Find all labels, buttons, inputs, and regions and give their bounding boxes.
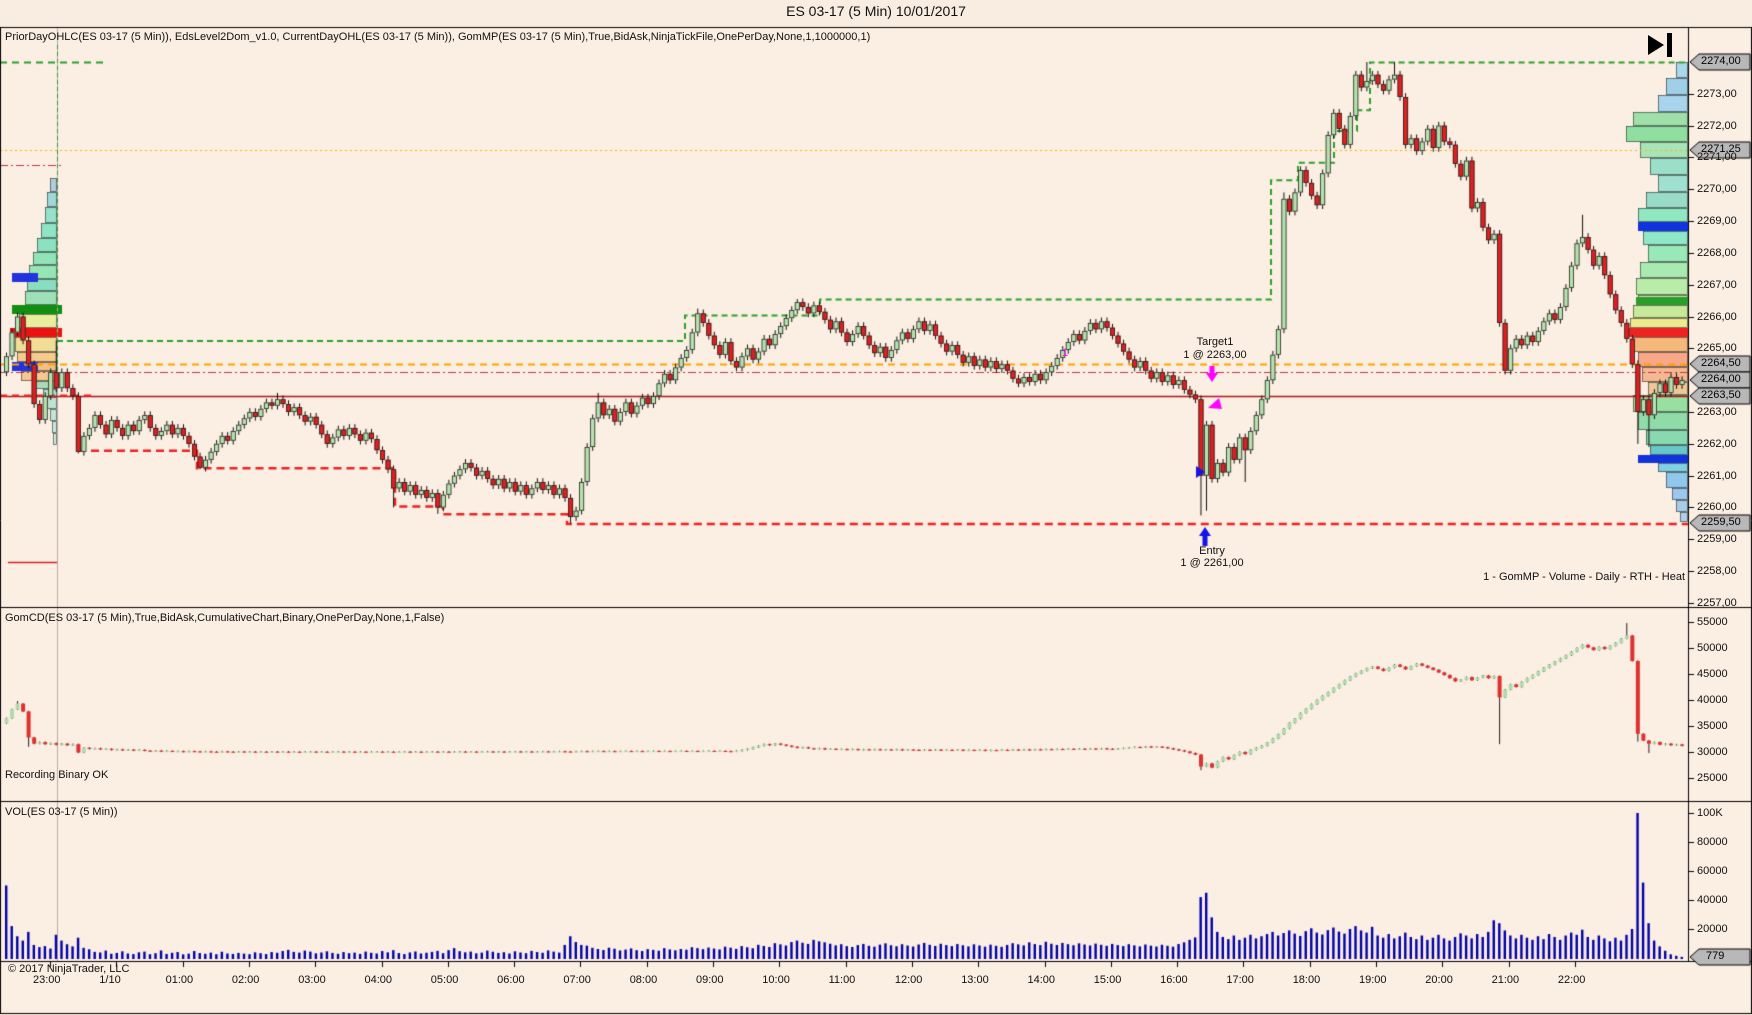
price-axis-label: 2261,00 — [1697, 469, 1737, 482]
time-axis-label: 09:00 — [696, 974, 724, 986]
price-axis-label: 2270,00 — [1697, 183, 1737, 196]
time-axis-label: 08:00 — [629, 974, 658, 986]
main-indicator-label: PriorDayOHLC(ES 03-17 (5 Min)), EdsLevel… — [5, 31, 871, 43]
chart-canvas[interactable] — [0, 0, 1752, 1015]
price-axis-label: 2259,00 — [1697, 533, 1737, 546]
time-axis-label: 12:00 — [894, 974, 923, 986]
entry-qty-label: 1 @ 2261,00 — [1180, 557, 1244, 569]
price-axis-label: 2263,00 — [1697, 406, 1737, 419]
time-axis-label: 18:00 — [1292, 974, 1321, 986]
cd-axis-label: 40000 — [1697, 694, 1728, 706]
price-axis-label: 2272,00 — [1697, 119, 1737, 132]
vol-axis-label: 40000 — [1697, 894, 1728, 906]
price-axis-label: 2269,00 — [1697, 215, 1737, 228]
time-axis-label: 19:00 — [1359, 974, 1387, 986]
time-axis-label: 11:00 — [828, 974, 856, 986]
vol-axis-label: 100K — [1697, 807, 1723, 819]
time-axis-label: 01:00 — [165, 974, 194, 986]
vol-indicator-label: VOL(ES 03-17 (5 Min)) — [5, 806, 118, 818]
price-axis-label: 2258,00 — [1697, 565, 1737, 578]
time-axis-label: 20:00 — [1425, 974, 1453, 986]
time-axis-label: 03:00 — [298, 974, 326, 986]
time-axis-label: 13:00 — [961, 974, 989, 986]
cd-axis-label: 55000 — [1697, 616, 1728, 628]
volume-badge: 779 — [1706, 949, 1725, 962]
price-badge: 2264,50 — [1701, 357, 1741, 370]
price-badge: 2263,50 — [1701, 389, 1741, 402]
time-axis-label: 16:00 — [1160, 974, 1188, 986]
ninjatrader-chart-window: ES 03-17 (5 Min) 10/01/2017 PriorDayOHLC… — [0, 0, 1752, 1015]
cd-axis-label: 45000 — [1697, 668, 1728, 680]
go-to-end-icon[interactable] — [1648, 33, 1682, 57]
price-axis-label: 2260,00 — [1697, 501, 1737, 514]
cd-indicator-label: GomCD(ES 03-17 (5 Min),True,BidAsk,Cumul… — [5, 612, 445, 624]
order-qty-marker: 1 — [1061, 347, 1069, 359]
price-axis-label: 2265,00 — [1697, 342, 1737, 355]
price-axis-label: 2262,00 — [1697, 437, 1737, 450]
price-axis-label: 2257,00 — [1697, 596, 1737, 609]
time-axis-label: 21:00 — [1491, 974, 1520, 986]
play-bar-icon — [1667, 33, 1672, 57]
price-axis-label: 2267,00 — [1697, 278, 1737, 291]
time-axis-label: 07:00 — [563, 974, 591, 986]
time-axis-label: 04:00 — [364, 974, 393, 986]
window-title: ES 03-17 (5 Min) 10/01/2017 — [786, 3, 966, 19]
target1-qty-label: 1 @ 2263,00 — [1183, 349, 1247, 361]
price-axis-label: 2266,00 — [1697, 310, 1737, 323]
time-axis-label: 17:00 — [1226, 974, 1254, 986]
cd-axis-label: 30000 — [1697, 746, 1728, 758]
time-axis-label: 1/10 — [99, 974, 121, 986]
time-axis-label: 15:00 — [1093, 974, 1122, 986]
time-axis-label: 02:00 — [231, 974, 260, 986]
entry-label: Entry — [1199, 545, 1225, 557]
price-badge: 2271,25 — [1701, 142, 1741, 155]
time-axis-label: 22:00 — [1557, 974, 1586, 986]
cd-axis-label: 35000 — [1697, 720, 1728, 732]
vol-axis-label: 20000 — [1697, 923, 1728, 935]
target1-label: Target1 — [1196, 336, 1234, 348]
vol-axis-label: 80000 — [1697, 836, 1728, 848]
time-axis-label: 10:00 — [762, 974, 790, 986]
time-axis-label: 14:00 — [1027, 974, 1056, 986]
play-triangle-icon — [1648, 35, 1664, 55]
cd-axis-label: 50000 — [1697, 642, 1728, 654]
price-axis-label: 2273,00 — [1697, 87, 1737, 100]
time-axis-label: 06:00 — [497, 974, 525, 986]
price-axis-label: 2268,00 — [1697, 246, 1737, 259]
recording-status: Recording Binary OK — [5, 769, 109, 781]
price-badge: 2264,00 — [1701, 373, 1741, 386]
cd-axis-label: 25000 — [1697, 772, 1728, 784]
price-badge: 2259,50 — [1701, 516, 1741, 529]
time-axis-label: 23:00 — [33, 974, 61, 986]
price-badge: 2274,00 — [1701, 55, 1741, 67]
vol-axis-label: 60000 — [1697, 865, 1728, 877]
time-axis-label: 05:00 — [430, 974, 459, 986]
gommp-settings-note: 1 - GomMP - Volume - Daily - RTH - Heat — [1483, 571, 1685, 583]
